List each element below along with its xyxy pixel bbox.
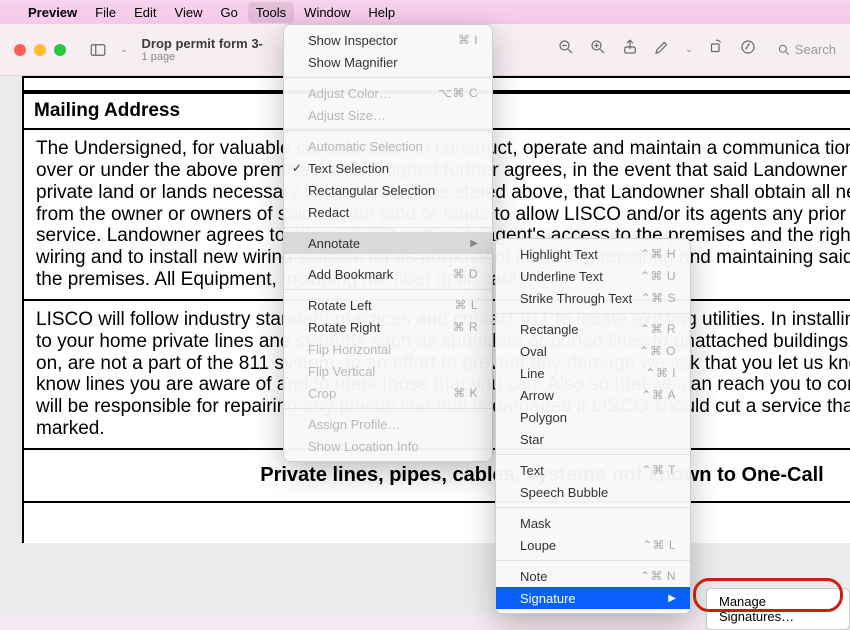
sidebar-toggle-icon[interactable] <box>86 39 110 61</box>
annotate-item-strike-through-text[interactable]: Strike Through Text⌃⌘ S <box>496 287 690 309</box>
tools-item-crop: Crop⌘ K <box>284 382 492 404</box>
annotate-item-text[interactable]: Text⌃⌘ T <box>496 459 690 481</box>
sidebar-dropdown-icon[interactable]: ⌄ <box>120 44 128 55</box>
tools-item-show-inspector[interactable]: Show Inspector⌘ I <box>284 29 492 51</box>
annotate-item-note[interactable]: Note⌃⌘ N <box>496 565 690 587</box>
tools-item-rectangular-selection[interactable]: Rectangular Selection <box>284 179 492 201</box>
markup-icon[interactable] <box>739 38 757 61</box>
menu-edit[interactable]: Edit <box>134 5 156 20</box>
share-icon[interactable] <box>621 38 639 61</box>
search-placeholder: Search <box>795 42 836 57</box>
zoom-in-icon[interactable] <box>589 38 607 61</box>
annotate-item-star[interactable]: Star <box>496 428 690 450</box>
highlight-dropdown-icon[interactable]: ⌄ <box>685 44 693 55</box>
menu-help[interactable]: Help <box>368 5 395 20</box>
system-menubar: Preview File Edit View Go Tools Window H… <box>0 0 850 24</box>
tools-item-adjust-size-: Adjust Size… <box>284 104 492 126</box>
traffic-lights[interactable] <box>14 44 66 56</box>
annotate-item-line[interactable]: Line⌃⌘ I <box>496 362 690 384</box>
app-menu[interactable]: Preview <box>28 5 77 20</box>
rotate-icon[interactable] <box>707 38 725 61</box>
form-blank-row <box>22 503 850 543</box>
menu-go[interactable]: Go <box>220 5 237 20</box>
annotate-item-underline-text[interactable]: Underline Text⌃⌘ U <box>496 265 690 287</box>
tools-item-add-bookmark[interactable]: Add Bookmark⌘ D <box>284 263 492 285</box>
annotate-item-mask[interactable]: Mask <box>496 512 690 534</box>
window-title-block: Drop permit form 3- 1 page <box>142 36 263 63</box>
annotate-item-signature[interactable]: Signature▶ <box>496 587 690 609</box>
tools-item-show-magnifier[interactable]: Show Magnifier <box>284 51 492 73</box>
tools-item-automatic-selection: Automatic Selection <box>284 135 492 157</box>
tools-item-rotate-right[interactable]: Rotate Right⌘ R <box>284 316 492 338</box>
annotate-item-speech-bubble[interactable]: Speech Bubble <box>496 481 690 503</box>
highlight-icon[interactable] <box>653 38 671 61</box>
menu-view[interactable]: View <box>175 5 203 20</box>
tools-item-show-location-info: Show Location Info <box>284 435 492 457</box>
annotate-item-highlight-text[interactable]: Highlight Text⌃⌘ H <box>496 243 690 265</box>
annotate-item-loupe[interactable]: Loupe⌃⌘ L <box>496 534 690 556</box>
tools-item-text-selection[interactable]: ✓Text Selection <box>284 157 492 179</box>
tools-item-rotate-left[interactable]: Rotate Left⌘ L <box>284 294 492 316</box>
annotate-item-arrow[interactable]: Arrow⌃⌘ A <box>496 384 690 406</box>
menu-tools[interactable]: Tools <box>248 2 294 23</box>
annotate-submenu: Highlight Text⌃⌘ HUnderline Text⌃⌘ UStri… <box>495 238 691 614</box>
document-subtitle: 1 page <box>142 51 263 63</box>
tools-item-redact[interactable]: Redact <box>284 201 492 223</box>
menu-window[interactable]: Window <box>304 5 350 20</box>
tools-item-adjust-color-: Adjust Color…⌥⌘ C <box>284 82 492 104</box>
zoom-out-icon[interactable] <box>557 38 575 61</box>
tools-dropdown-menu: Show Inspector⌘ IShow Magnifier Adjust Co… <box>283 24 493 462</box>
annotate-item-oval[interactable]: Oval⌃⌘ O <box>496 340 690 362</box>
document-title: Drop permit form 3- <box>142 36 263 51</box>
tools-item-flip-vertical: Flip Vertical <box>284 360 492 382</box>
annotate-item-polygon[interactable]: Polygon <box>496 406 690 428</box>
tools-item-annotate[interactable]: Annotate▶ <box>284 232 492 254</box>
tools-item-assign-profile-: Assign Profile… <box>284 413 492 435</box>
manage-signatures-button[interactable]: Manage Signatures… <box>706 588 850 630</box>
annotate-item-rectangle[interactable]: Rectangle⌃⌘ R <box>496 318 690 340</box>
menu-file[interactable]: File <box>95 5 116 20</box>
search-field[interactable]: Search <box>777 42 836 57</box>
tools-item-flip-horizontal: Flip Horizontal <box>284 338 492 360</box>
